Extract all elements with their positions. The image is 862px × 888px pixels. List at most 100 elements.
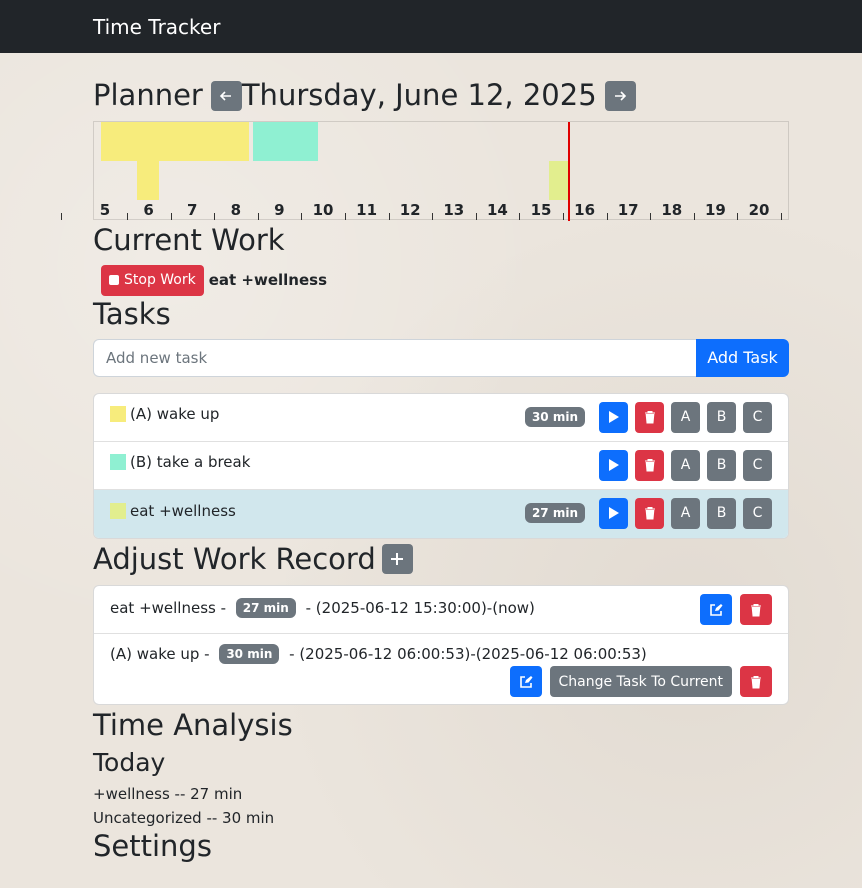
timeline-block-wake-up[interactable] — [101, 122, 249, 161]
task-actions: A B C — [599, 449, 772, 481]
hour-tick — [301, 213, 303, 220]
task-actions: 27 min A B C — [524, 497, 772, 529]
record-actions — [692, 594, 772, 626]
start-task-button[interactable] — [599, 449, 628, 481]
hour-label-20: 20 — [748, 201, 770, 219]
hour-tick — [519, 213, 521, 220]
adjust-title: Adjust Work Record — [93, 541, 376, 576]
task-label: (A) wake up — [130, 405, 220, 424]
adjust-header: Adjust Work Record — [93, 541, 789, 576]
hour-tick — [127, 213, 128, 220]
work-record-row: (A) wake up - 30 min - (2025-06-12 06:00… — [94, 634, 788, 704]
task-label: eat +wellness — [130, 501, 236, 520]
priority-b-button[interactable]: B — [707, 401, 736, 433]
work-record-list: eat +wellness - 27 min - (2025-06-12 15:… — [93, 585, 789, 706]
hour-label-17: 17 — [617, 201, 639, 219]
delete-task-button[interactable] — [635, 401, 664, 433]
planner-date: Thursday, June 12, 2025 — [241, 78, 597, 113]
hour-tick — [781, 213, 782, 220]
tasks-title: Tasks — [93, 297, 171, 332]
hour-tick — [170, 213, 172, 220]
trash-icon — [644, 507, 655, 520]
play-icon — [608, 411, 619, 424]
edit-icon — [710, 603, 723, 616]
trash-icon — [644, 459, 655, 472]
priority-a-button[interactable]: A — [671, 497, 700, 529]
task-actions: 30 min A B C — [524, 401, 772, 433]
record-sep: - — [300, 599, 316, 618]
current-work-row: Stop Work eat +wellness — [93, 264, 789, 296]
delete-task-button[interactable] — [635, 449, 664, 481]
edit-record-button[interactable] — [700, 594, 732, 626]
new-task-input[interactable]: Add new task — [93, 338, 696, 377]
analysis-summary: +wellness -- 27 min Uncategorized -- 30 … — [93, 782, 789, 830]
task-color-swatch — [110, 502, 126, 519]
hour-tick — [693, 213, 695, 220]
hour-label-19: 19 — [704, 201, 726, 219]
hour-tick — [257, 213, 259, 220]
play-icon — [608, 507, 619, 520]
hour-label-9: 9 — [274, 201, 285, 219]
priority-a-button[interactable]: A — [671, 401, 700, 433]
planner-timeline[interactable]: 5 6 7 8 9 10 11 12 13 14 15 16 17 18 19 20 — [61, 121, 790, 221]
hour-label-12: 12 — [399, 201, 421, 219]
hour-tick — [214, 213, 216, 220]
today-title: Today — [93, 748, 166, 778]
hour-label-11: 11 — [356, 201, 378, 219]
record-text: (A) wake up - 30 min - (2025-06-12 06:00… — [110, 644, 772, 665]
hour-label-18: 18 — [661, 201, 683, 219]
start-task-button[interactable] — [599, 401, 628, 433]
stop-work-label: Stop Work — [124, 272, 196, 289]
hour-tick — [475, 213, 477, 220]
priority-c-button[interactable]: C — [743, 497, 772, 529]
timeline-block-eat-wellness[interactable] — [549, 161, 568, 200]
edit-record-button[interactable] — [509, 666, 542, 698]
time-analysis-title: Time Analysis — [93, 708, 293, 743]
record-range: (2025-06-12 15:30:00)-(now) — [315, 599, 535, 618]
trash-icon — [751, 603, 761, 617]
main-container: Planner Thursday, June 12, 2025 5 6 7 8 9 10 1… — [61, 53, 790, 864]
add-record-button[interactable] — [381, 544, 413, 575]
change-task-to-current-button[interactable]: Change Task To Current — [549, 666, 732, 698]
delete-task-button[interactable] — [635, 497, 664, 529]
hour-tick — [432, 213, 434, 220]
stop-work-button[interactable]: Stop Work — [101, 264, 204, 296]
priority-b-button[interactable]: B — [707, 497, 736, 529]
task-row[interactable]: (B) take a break A B C — [94, 442, 788, 490]
work-record-row: eat +wellness - 27 min - (2025-06-12 15:… — [94, 586, 788, 635]
delete-record-button[interactable] — [740, 666, 772, 698]
task-color-swatch — [110, 406, 126, 423]
hour-tick — [650, 213, 652, 220]
hour-label-14: 14 — [486, 201, 508, 219]
timeline-block-wake-up-work[interactable] — [137, 161, 159, 200]
hour-tick — [61, 213, 63, 220]
settings-title: Settings — [93, 829, 212, 864]
prev-day-button[interactable] — [210, 81, 242, 111]
hour-tick — [388, 213, 390, 220]
record-sep: - — [199, 645, 215, 664]
trash-icon — [644, 411, 655, 424]
arrow-left-icon — [220, 91, 232, 101]
priority-a-button[interactable]: A — [671, 449, 700, 481]
task-row[interactable]: (A) wake up 30 min A B C — [94, 394, 788, 442]
priority-c-button[interactable]: C — [743, 449, 772, 481]
delete-record-button[interactable] — [740, 594, 772, 626]
navbar-brand[interactable]: Time Tracker — [93, 15, 220, 39]
duration-badge: 30 min — [524, 407, 585, 428]
current-work-title: Current Work — [93, 223, 285, 257]
play-icon — [608, 459, 619, 472]
add-task-button[interactable]: Add Task — [696, 338, 789, 377]
hour-tick — [737, 213, 739, 220]
arrow-right-icon — [615, 91, 627, 101]
timeline-axis: 5 6 7 8 9 10 11 12 13 14 15 16 17 18 19 20 — [61, 201, 790, 221]
priority-c-button[interactable]: C — [743, 401, 772, 433]
timeline-block-take-a-break[interactable] — [253, 122, 318, 161]
hour-label-7: 7 — [186, 201, 198, 219]
task-row-active[interactable]: eat +wellness 27 min A B C — [94, 489, 788, 538]
next-day-button[interactable] — [604, 81, 636, 111]
hour-tick — [345, 213, 346, 220]
priority-b-button[interactable]: B — [707, 449, 736, 481]
hour-tick — [563, 213, 564, 220]
start-task-button[interactable] — [599, 497, 628, 529]
hour-label-5: 5 — [99, 201, 111, 219]
